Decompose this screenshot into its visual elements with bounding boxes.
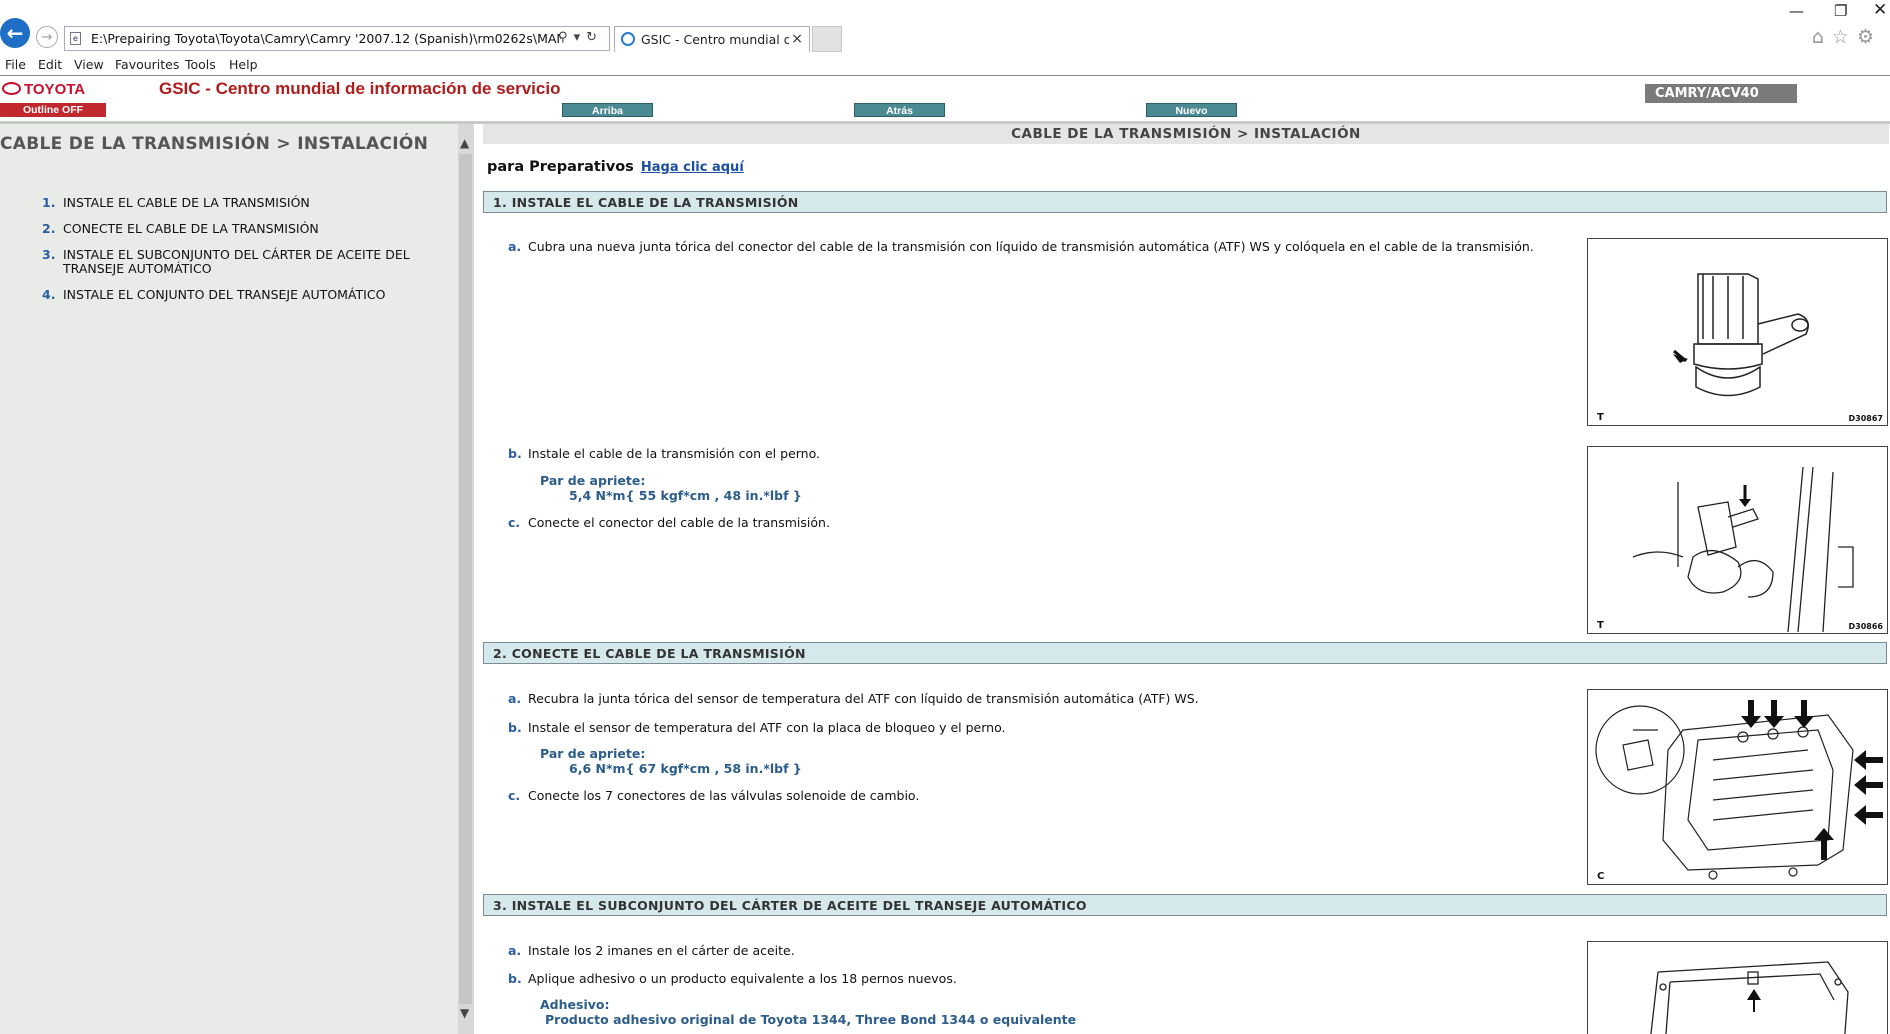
step-2c: c. Conecte los 7 conectores de las válvul…	[508, 788, 920, 803]
star-icon[interactable]: ☆	[1832, 26, 1857, 48]
content-title: CABLE DE LA TRANSMISIÓN > INSTALACIÓN	[483, 124, 1889, 144]
figure-oil-pan	[1587, 941, 1888, 1034]
oil-pan-illustration	[1650, 961, 1849, 1034]
menu-tools[interactable]: Tools	[185, 57, 216, 72]
close-icon[interactable]: ×	[791, 31, 803, 47]
connector-illustration	[1673, 273, 1809, 397]
menu-help[interactable]: Help	[229, 57, 258, 72]
prep-link[interactable]: Haga clic aquí	[641, 160, 744, 175]
new-tab-button[interactable]	[812, 26, 842, 52]
outline-item[interactable]: 2. CONECTE EL CABLE DE LA TRANSMISIÓN	[36, 222, 416, 236]
gear-icon[interactable]: ⚙	[1857, 26, 1882, 48]
outline-item[interactable]: 1. INSTALE EL CABLE DE LA TRANSMISIÓN	[36, 196, 416, 210]
menu-edit[interactable]: Edit	[38, 57, 62, 72]
outline-list: 1. INSTALE EL CABLE DE LA TRANSMISIÓN 2. C…	[36, 196, 416, 314]
home-icon[interactable]: ⌂	[1812, 26, 1832, 48]
figure-connector: T D30867	[1587, 238, 1888, 426]
scrollbar-thumb[interactable]	[459, 154, 472, 1004]
restore-icon[interactable]: ❐	[1834, 2, 1847, 20]
step-2a: a. Recubra la junta tórica del sensor de …	[508, 691, 1199, 706]
valve-body-illustration	[1595, 700, 1883, 880]
section-3-heading: 3. INSTALE EL SUBCONJUNTO DEL CÁRTER DE …	[483, 894, 1887, 916]
menu-bar: File Edit View Favourites Tools Help	[0, 55, 1890, 75]
figure-cable-install: T D30866	[1587, 446, 1888, 634]
step-1c: c. Conecte el conector del cable de la tr…	[508, 515, 830, 530]
section-2-heading: 2. CONECTE EL CABLE DE LA TRANSMISIÓN	[483, 642, 1887, 664]
step-1a: a. Cubra una nueva junta tórica del conec…	[508, 239, 1534, 254]
menu-view[interactable]: View	[74, 57, 104, 72]
menu-favourites[interactable]: Favourites	[115, 57, 179, 72]
address-bar[interactable]: e E:\Prepairing Toyota\Toyota\Camry\Camr…	[64, 26, 610, 51]
tab-gsic[interactable]: GSIC - Centro mundial de i... ×	[614, 26, 810, 52]
minimize-icon[interactable]: —	[1789, 2, 1804, 20]
prep-line: para Preparativos Haga clic aquí	[487, 159, 744, 175]
torque-spec-2: Par de apriete: 6,6 N*m{ 67 kgf*cm , 58 …	[540, 746, 802, 776]
atras-button[interactable]: Atrás	[854, 103, 945, 117]
address-url[interactable]: E:\Prepairing Toyota\Toyota\Camry\Camry …	[91, 31, 561, 46]
step-3a: a. Instale los 2 imanes en el cárter de a…	[508, 943, 795, 958]
toyota-logo: TOYOTA	[2, 81, 85, 98]
search-refresh-icons[interactable]: ⚲▾↻	[558, 30, 603, 45]
step-2b: b. Instale el sensor de temperatura del A…	[508, 720, 1006, 735]
menu-file[interactable]: File	[5, 57, 26, 72]
scroll-up-icon[interactable]: ▲	[460, 136, 469, 150]
nuevo-button[interactable]: Nuevo	[1146, 103, 1237, 117]
step-1b: b. Instale el cable de la transmisión con…	[508, 446, 820, 461]
outline-scrollbar[interactable]: ▲ ▼	[458, 124, 474, 1034]
tab-title: GSIC - Centro mundial de i...	[641, 32, 789, 47]
outline-item[interactable]: 3. INSTALE EL SUBCONJUNTO DEL CÁRTER DE A…	[36, 248, 416, 276]
close-window-icon[interactable]: ✕	[1873, 0, 1887, 20]
outline-toggle-button[interactable]: Outline OFF	[0, 103, 106, 117]
outline-item[interactable]: 4. INSTALE EL CONJUNTO DEL TRANSEJE AUTOM…	[36, 288, 416, 302]
outline-pane: CABLE DE LA TRANSMISIÓN > INSTALACIÓN 1.…	[0, 124, 458, 1034]
gsic-title: GSIC - Centro mundial de información de …	[159, 79, 561, 98]
back-button[interactable]: ←	[0, 18, 30, 48]
arriba-button[interactable]: Arriba	[562, 103, 653, 117]
content-pane: CABLE DE LA TRANSMISIÓN > INSTALACIÓN pa…	[480, 124, 1890, 1034]
ie-icon	[621, 32, 635, 46]
scroll-down-icon[interactable]: ▼	[460, 1006, 469, 1020]
page-icon: e	[70, 32, 81, 45]
cable-install-illustration	[1632, 466, 1854, 633]
model-label: CAMRY/ACV40	[1645, 84, 1797, 103]
figure-valve-body: C	[1587, 689, 1888, 885]
torque-spec-1: Par de apriete: 5,4 N*m{ 55 kgf*cm , 48 …	[540, 473, 802, 503]
toolbar-icons: ⌂☆⚙	[1812, 26, 1882, 48]
toyota-emblem-icon	[2, 82, 21, 95]
section-1-heading: 1. INSTALE EL CABLE DE LA TRANSMISIÓN	[483, 191, 1887, 213]
forward-button[interactable]: →	[36, 26, 58, 48]
step-3b: b. Aplique adhesivo o un producto equival…	[508, 971, 957, 986]
adhesive-spec: Adhesivo: Producto adhesivo original de …	[540, 997, 1077, 1027]
gsic-header: TOYOTA GSIC - Centro mundial de informac…	[0, 75, 1890, 124]
browser-chrome: ← → e E:\Prepairing Toyota\Toyota\Camry\…	[0, 0, 1890, 52]
outline-title: CABLE DE LA TRANSMISIÓN > INSTALACIÓN	[0, 134, 429, 154]
